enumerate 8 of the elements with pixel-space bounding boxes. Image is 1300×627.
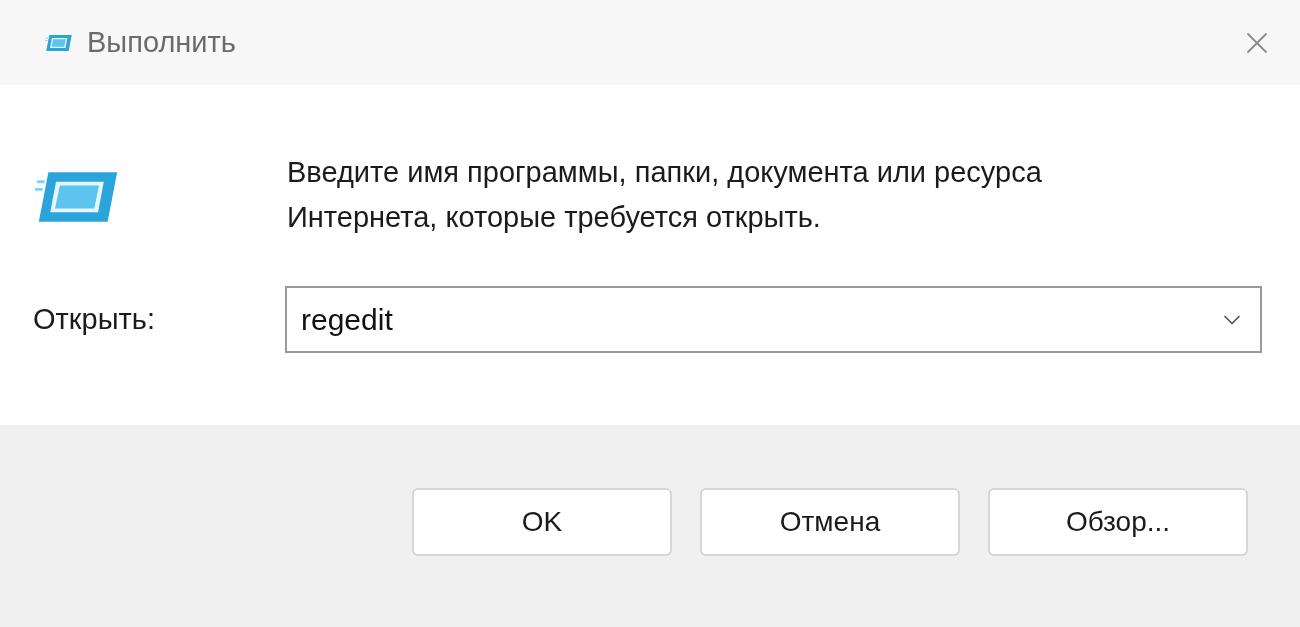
dialog-button[interactable]: OK [412, 488, 672, 556]
open-label: Открыть: [33, 301, 156, 337]
prompt-text: Введите имя программы, папки, документа или ресурса Интернета, которые требуется открыть. [287, 155, 1043, 235]
window-title: Выполнить [87, 24, 236, 60]
open-combobox[interactable]: regedit [285, 286, 1262, 353]
run-icon [45, 32, 73, 53]
dialog-button[interactable]: Отмена [700, 488, 960, 556]
dialog-button[interactable]: Обзор... [988, 488, 1248, 556]
